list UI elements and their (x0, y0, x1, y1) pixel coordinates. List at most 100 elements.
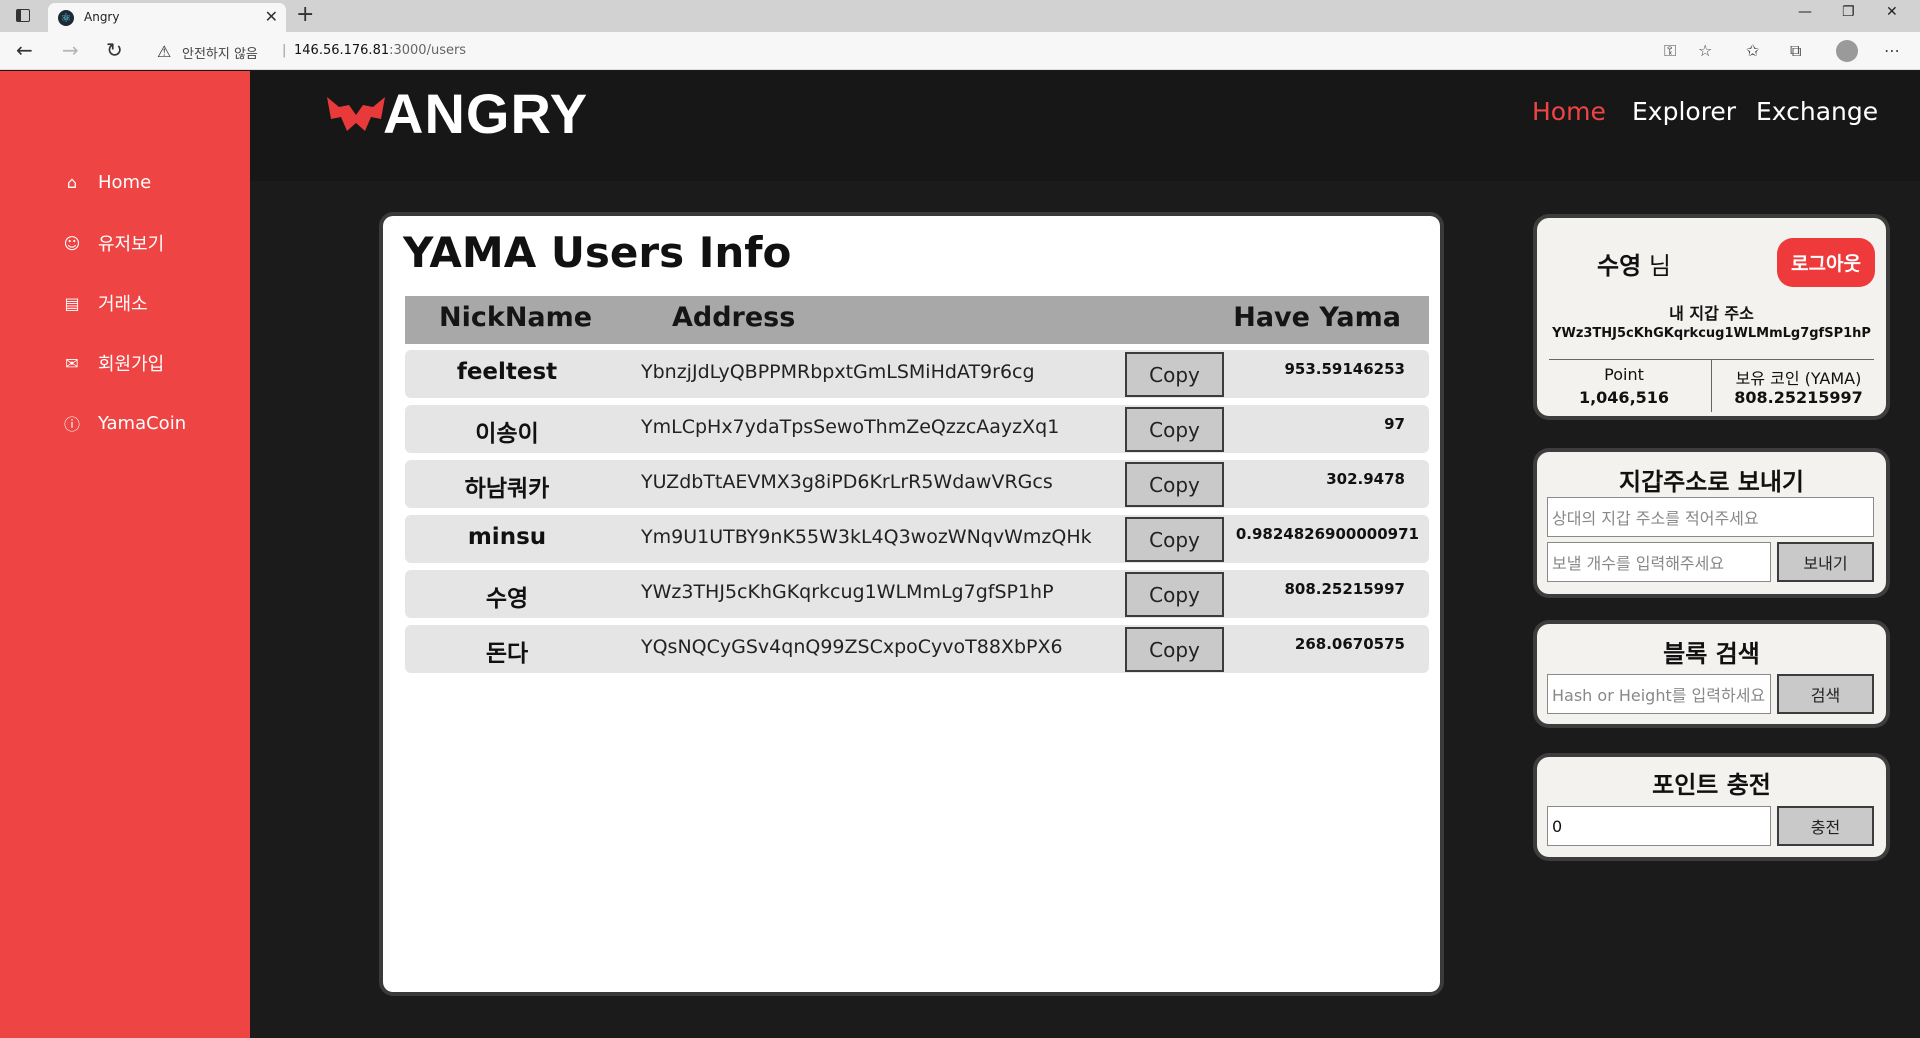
user-address: Ym9U1UTBY9nK55W3kL4Q3wozWNqvWmzQHk (641, 526, 1092, 548)
users-panel: YAMA Users Info NickName Address Have Ya… (383, 216, 1440, 992)
point-charge-input[interactable]: 0 (1547, 806, 1771, 846)
send-title: 지갑주소로 보내기 (1619, 468, 1804, 496)
copy-button[interactable]: Copy (1125, 572, 1224, 617)
copy-button[interactable]: Copy (1125, 462, 1224, 507)
close-window-button[interactable]: ✕ (1886, 4, 1898, 20)
url-field[interactable]: 146.56.176.81:3000/users (294, 43, 466, 58)
copy-button[interactable]: Copy (1125, 407, 1224, 452)
url-path: :3000/users (389, 43, 467, 58)
user-greeting: 수영 님 (1597, 246, 1671, 281)
table-row: 이송이 YmLCpHx7ydaTpsSewoThmZeQzzcAayzXq1 C… (405, 405, 1429, 453)
refresh-icon[interactable]: ↻ (106, 38, 123, 62)
copy-button[interactable]: Copy (1125, 517, 1224, 562)
user-yama-balance: 302.9478 (1326, 470, 1405, 488)
minimize-button[interactable]: — (1798, 4, 1812, 20)
table-row: 하남쿼카 YUZdbTtAEVMX3g8iPD6KrLrR5WdawVRGcs … (405, 460, 1429, 508)
point-label: Point (1604, 365, 1644, 384)
back-icon[interactable]: ← (16, 38, 33, 62)
block-search-title: 블록 검색 (1663, 640, 1760, 668)
browser-tab[interactable]: ⚛ Angry ✕ (48, 3, 286, 32)
user-yama-balance: 808.25215997 (1284, 580, 1405, 598)
collections-icon[interactable]: ⧉ (1790, 41, 1801, 61)
new-tab-button[interactable]: + (296, 2, 314, 27)
url-host: 146.56.176.81 (294, 43, 390, 58)
page-title: YAMA Users Info (403, 228, 792, 277)
column-header-address: Address (672, 302, 796, 333)
account-card: 수영 님 로그아웃 내 지갑 주소 YWz3THJ5cKhGKqrkcug1WL… (1537, 218, 1886, 416)
sidebar-item-exchange[interactable]: ▤ 거래소 (62, 290, 147, 316)
column-header-nickname: NickName (439, 302, 593, 333)
bat-logo-icon (327, 96, 385, 131)
user-icon: ☺ (63, 233, 81, 253)
sidebar-item-label: Home (98, 172, 152, 193)
top-header: ANGRY Home Explorer Exchange (250, 71, 1920, 181)
point-value: 1,046,516 (1578, 388, 1670, 407)
table-row: minsu Ym9U1UTBY9nK55W3kL4Q3wozWNqvWmzQHk… (405, 515, 1429, 563)
recipient-address-input[interactable]: 상대의 지갑 주소를 적어주세요 (1547, 497, 1874, 537)
point-charge-title: 포인트 충전 (1652, 771, 1771, 799)
point-charge-card: 포인트 충전 0 충전 (1537, 757, 1886, 857)
sidebar-item-users[interactable]: ☺ 유저보기 (62, 230, 165, 256)
nav-home[interactable]: Home (1532, 97, 1606, 126)
user-honorific: 님 (1648, 252, 1671, 280)
table-header: NickName Address Have Yama (405, 296, 1429, 344)
nav-explorer[interactable]: Explorer (1632, 97, 1736, 126)
window-menu-icon[interactable] (16, 9, 30, 22)
tab-close-icon[interactable]: ✕ (265, 7, 278, 26)
user-address: YbnzjJdLyQBPPMRbpxtGmLSMiHdAT9r6cg (641, 361, 1035, 383)
send-button[interactable]: 보내기 (1777, 542, 1874, 582)
user-nickname: 이송이 (475, 421, 539, 447)
table-row: 수영 YWz3THJ5cKhGKqrkcug1WLMmLg7gfSP1hP Co… (405, 570, 1429, 618)
table-row: feeltest YbnzjJdLyQBPPMRbpxtGmLSMiHdAT9r… (405, 350, 1429, 398)
block-search-input[interactable]: Hash or Height를 입력하세요 (1547, 674, 1771, 714)
favorite-star-icon[interactable]: ☆ (1698, 41, 1712, 60)
sidebar-item-home[interactable]: ⌂ Home (62, 172, 151, 193)
warning-icon[interactable]: ⚠ (157, 42, 171, 61)
forward-icon[interactable]: → (62, 38, 79, 62)
logo[interactable]: ANGRY (325, 81, 588, 146)
send-amount-input[interactable]: 보낼 개수를 입력해주세요 (1547, 542, 1771, 582)
tab-title: Angry (84, 10, 120, 24)
home-icon: ⌂ (66, 173, 78, 192)
user-address: YWz3THJ5cKhGKqrkcug1WLMmLg7gfSP1hP (641, 581, 1054, 603)
column-header-have-yama: Have Yama (1233, 302, 1401, 333)
user-nickname: minsu (467, 524, 547, 550)
sidebar-item-label: 유저보기 (98, 234, 165, 255)
user-yama-balance: 0.9824826900000971 (1235, 525, 1419, 543)
profile-avatar[interactable] (1836, 40, 1858, 62)
point-charge-button[interactable]: 충전 (1777, 806, 1874, 846)
sidebar-item-signup[interactable]: ✉ 회원가입 (62, 350, 164, 376)
user-nickname: feeltest (456, 359, 558, 385)
key-icon[interactable]: ⚿ (1664, 41, 1676, 61)
url-separator: | (282, 43, 287, 58)
copy-button[interactable]: Copy (1125, 352, 1224, 397)
security-label[interactable]: 안전하지 않음 (182, 43, 258, 62)
info-icon: ⓘ (63, 415, 80, 434)
send-card: 지갑주소로 보내기 상대의 지갑 주소를 적어주세요 보낼 개수를 입력해주세요… (1537, 452, 1886, 594)
database-icon: ▤ (64, 293, 80, 313)
more-menu-icon[interactable]: ⋯ (1884, 41, 1900, 60)
wallet-label: 내 지갑 주소 (1669, 304, 1754, 323)
logout-button[interactable]: 로그아웃 (1777, 238, 1875, 287)
user-address: YmLCpHx7ydaTpsSewoThmZeQzzcAayzXq1 (641, 416, 1060, 438)
sidebar-item-yamacoin[interactable]: ⓘ YamaCoin (62, 411, 186, 435)
user-name: 수영 (1597, 252, 1642, 280)
coin-value: 808.25215997 (1734, 388, 1863, 407)
block-search-card: 블록 검색 Hash or Height를 입력하세요 검색 (1537, 624, 1886, 724)
nav-exchange[interactable]: Exchange (1756, 97, 1878, 126)
block-search-button[interactable]: 검색 (1777, 674, 1874, 714)
logo-text: ANGRY (383, 82, 589, 145)
user-yama-balance: 268.0670575 (1294, 635, 1405, 653)
favorites-list-icon[interactable]: ✩ (1746, 41, 1759, 60)
coin-label: 보유 코인 (YAMA) (1735, 369, 1862, 388)
wallet-address: YWz3THJ5cKhGKqrkcug1WLMmLg7gfSP1hP (1552, 326, 1871, 341)
user-address: YQsNQCyGSv4qnQ99ZSCxpoCyvoT88XbPX6 (641, 636, 1063, 658)
maximize-button[interactable]: ❐ (1842, 4, 1855, 20)
copy-button[interactable]: Copy (1125, 627, 1224, 672)
user-nickname: 수영 (485, 586, 529, 612)
address-bar: ← → ↻ ⚠ 안전하지 않음 | 146.56.176.81:3000/use… (0, 32, 1920, 70)
user-yama-balance: 953.59146253 (1284, 360, 1405, 378)
app-root: ⌂ Home ☺ 유저보기 ▤ 거래소 ✉ 회원가입 ⓘ YamaCoin AN… (0, 71, 1920, 1038)
browser-tab-bar: ⚛ Angry ✕ + — ❐ ✕ (0, 0, 1920, 32)
react-favicon-icon: ⚛ (58, 10, 74, 26)
